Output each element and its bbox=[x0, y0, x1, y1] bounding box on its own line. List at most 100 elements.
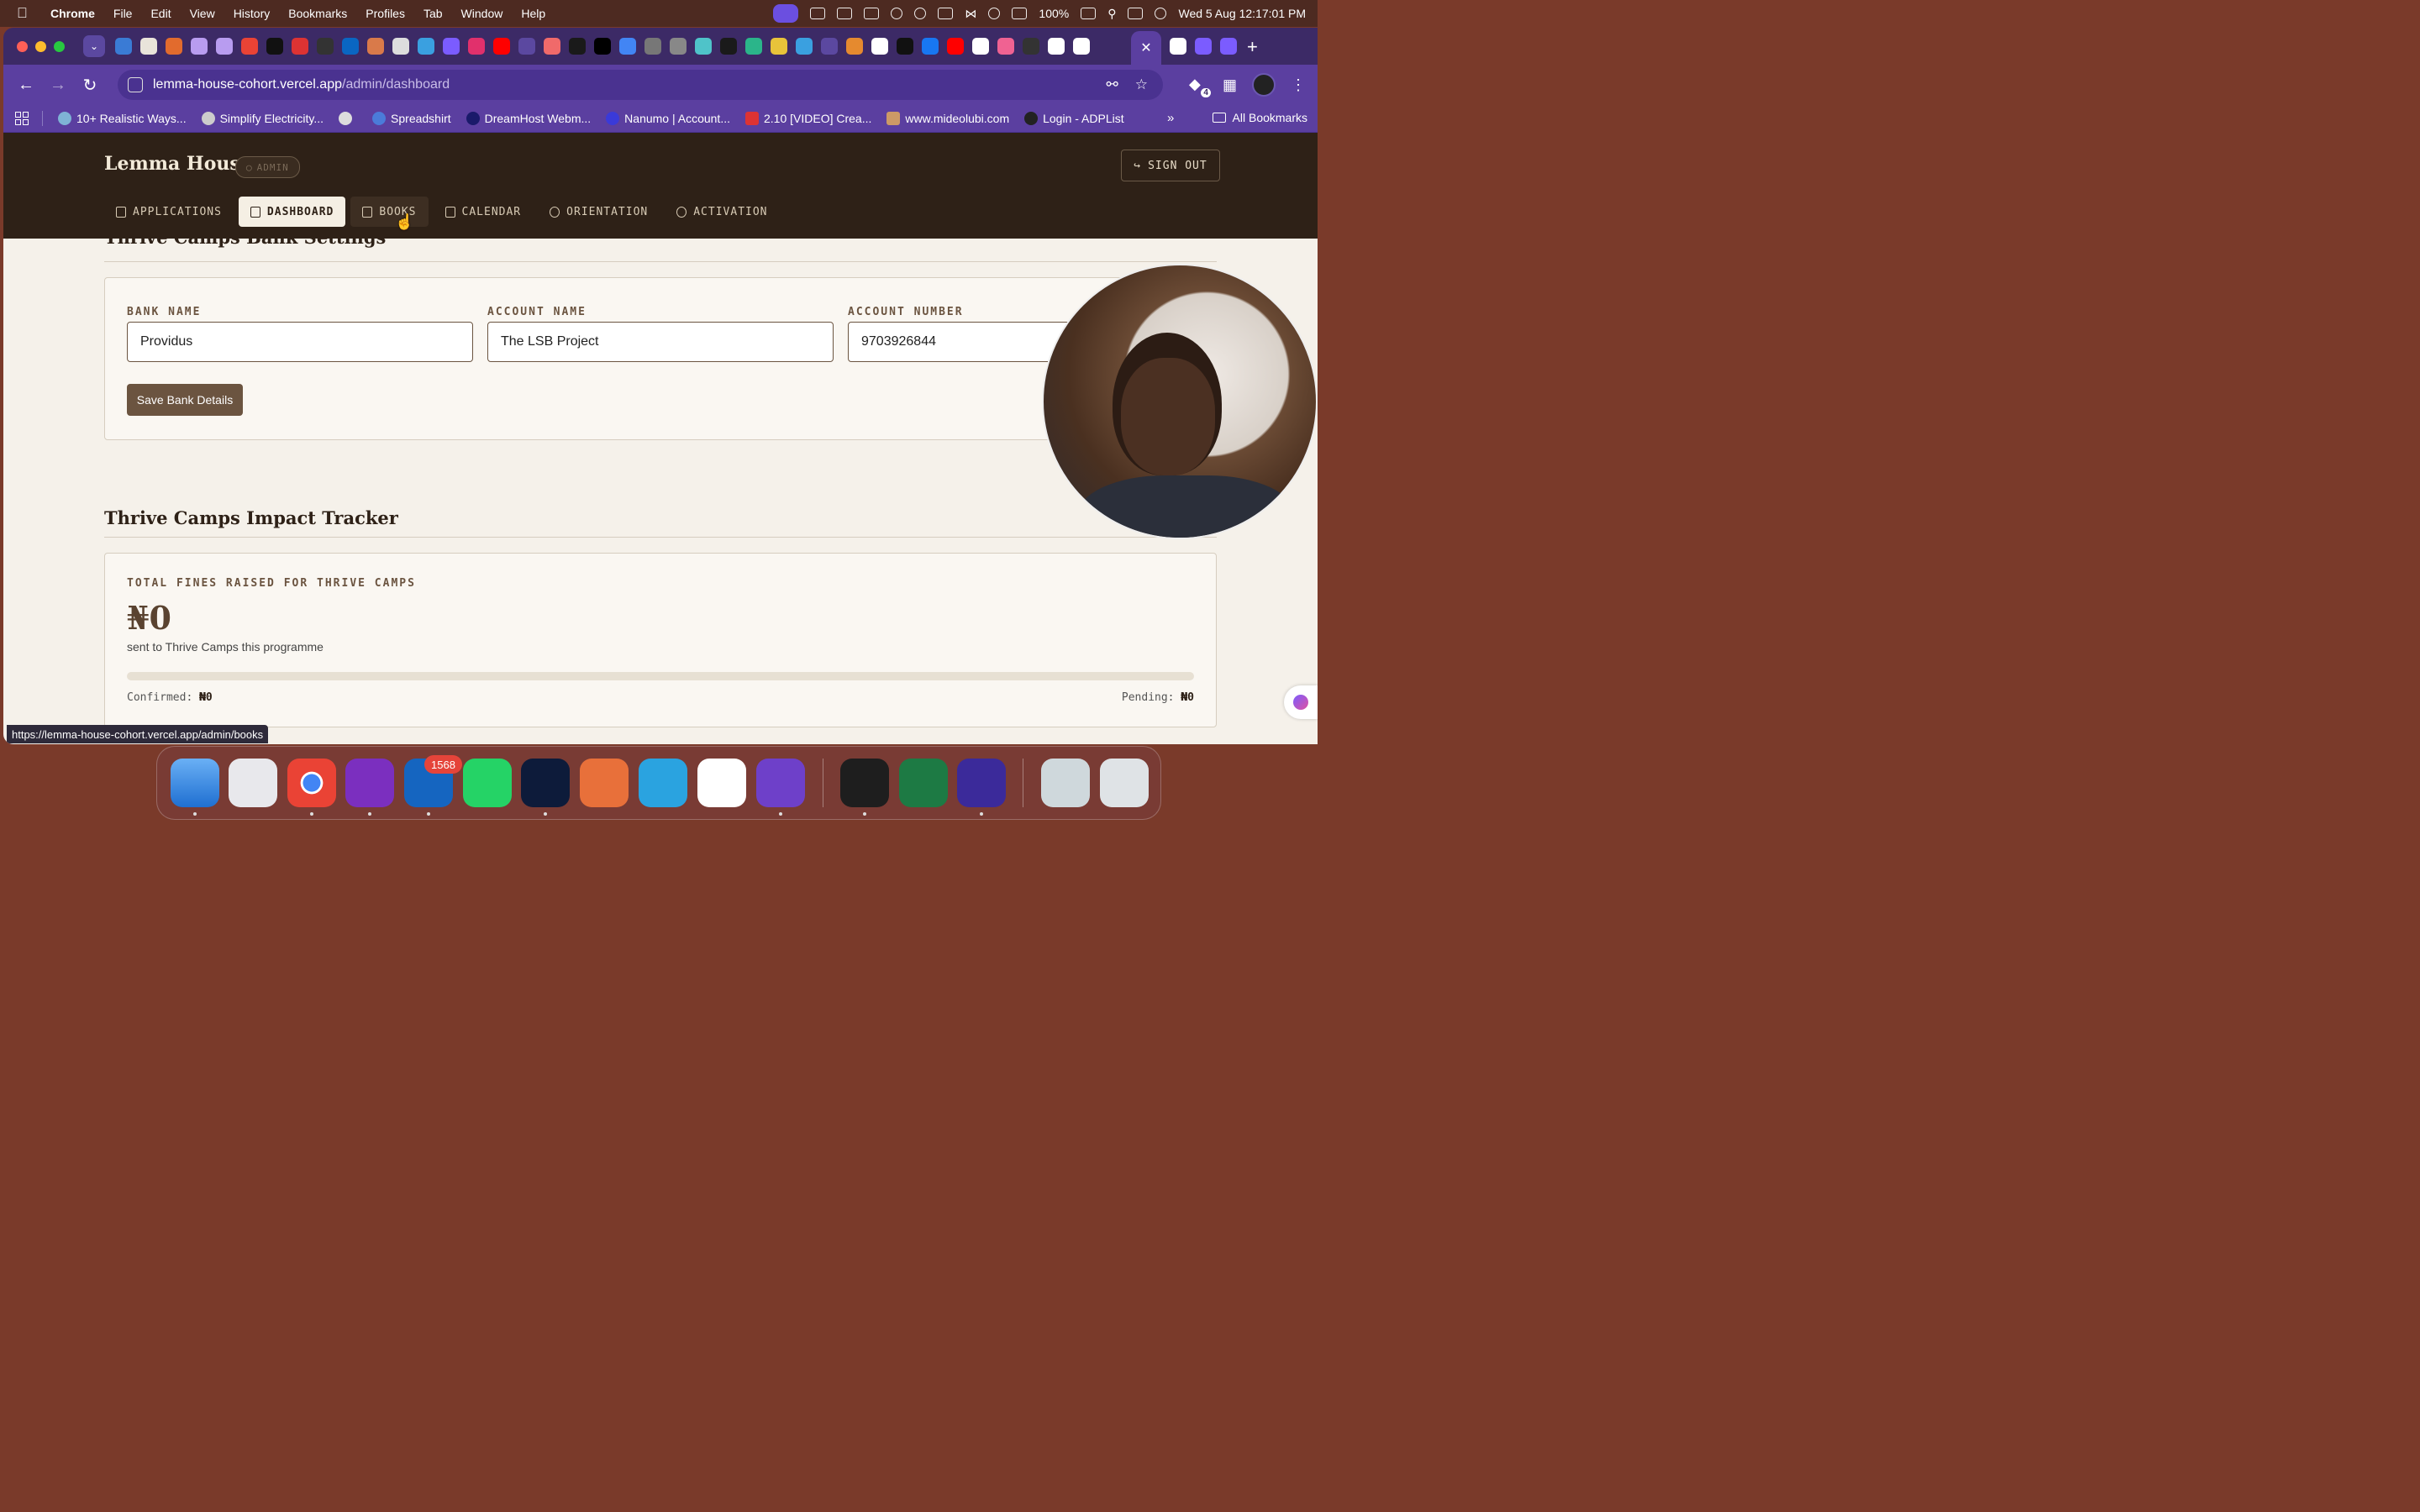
bookmark-item[interactable]: www.mideolubi.com bbox=[886, 112, 1009, 125]
bookmark-item[interactable]: 2.10 [VIDEO] Crea... bbox=[745, 112, 871, 125]
screen-record-icon[interactable] bbox=[773, 4, 799, 23]
link-icon[interactable] bbox=[1012, 8, 1028, 19]
tab-favicon[interactable] bbox=[972, 38, 989, 55]
tab-favicon[interactable] bbox=[821, 38, 838, 55]
address-bar[interactable]: lemma-house-cohort.vercel.app/admin/dash… bbox=[118, 70, 1163, 100]
bookmark-item[interactable]: Nanumo | Account... bbox=[606, 112, 730, 125]
record-icon[interactable] bbox=[891, 8, 903, 19]
chrome-menu-icon[interactable]: ⋮ bbox=[1291, 76, 1306, 94]
bookmark-item[interactable]: 10+ Realistic Ways... bbox=[58, 112, 187, 125]
play-icon[interactable] bbox=[914, 8, 927, 19]
whatsapp-icon[interactable] bbox=[463, 759, 512, 807]
profile-avatar[interactable] bbox=[1252, 73, 1276, 97]
tab-favicon[interactable] bbox=[342, 38, 359, 55]
menu-profiles[interactable]: Profiles bbox=[366, 7, 405, 20]
tab-favicon[interactable] bbox=[115, 38, 132, 55]
tab-favicon[interactable] bbox=[670, 38, 687, 55]
new-tab-plus-icon[interactable]: + bbox=[1247, 36, 1258, 58]
screenshot-icon[interactable] bbox=[864, 8, 880, 19]
tab-favicon[interactable] bbox=[897, 38, 913, 55]
minimize-window-button[interactable] bbox=[35, 40, 46, 52]
siri-icon[interactable] bbox=[1155, 8, 1167, 19]
reload-icon[interactable]: ↻ bbox=[79, 75, 101, 96]
site-info-icon[interactable] bbox=[128, 77, 143, 92]
tab-favicon[interactable] bbox=[191, 38, 208, 55]
tab-favicon[interactable] bbox=[771, 38, 787, 55]
menu-window[interactable]: Window bbox=[461, 7, 503, 20]
menu-help[interactable]: Help bbox=[521, 7, 545, 20]
bookmark-item[interactable]: Spreadshirt bbox=[372, 112, 451, 125]
tab-favicon[interactable] bbox=[997, 38, 1014, 55]
claude-icon[interactable] bbox=[580, 759, 629, 807]
tab-favicon[interactable] bbox=[418, 38, 434, 55]
tab-favicon[interactable] bbox=[392, 38, 409, 55]
control-center-icon[interactable] bbox=[1128, 8, 1144, 19]
nav-calendar[interactable]: CALENDAR bbox=[434, 197, 534, 227]
tab-favicon[interactable] bbox=[745, 38, 762, 55]
bookmark-item[interactable]: DreamHost Webm... bbox=[466, 112, 591, 125]
tab-favicon[interactable] bbox=[846, 38, 863, 55]
tab-favicon[interactable] bbox=[1170, 38, 1186, 55]
keyboard-icon[interactable] bbox=[938, 8, 954, 19]
maximize-window-button[interactable] bbox=[54, 40, 65, 52]
github-desktop-icon[interactable] bbox=[756, 759, 805, 807]
menu-history[interactable]: History bbox=[234, 7, 271, 20]
tab-favicon[interactable] bbox=[922, 38, 939, 55]
menubar-datetime[interactable]: Wed 5 Aug 12:17:01 PM bbox=[1178, 7, 1306, 20]
brand-logo[interactable]: Lemma House bbox=[104, 153, 252, 175]
telegram-icon[interactable] bbox=[639, 759, 687, 807]
menu-app-name[interactable]: Chrome bbox=[50, 7, 95, 20]
grok-icon[interactable] bbox=[957, 759, 1006, 807]
arc-icon[interactable] bbox=[521, 759, 570, 807]
airdrop-icon[interactable] bbox=[988, 8, 1001, 19]
tab-favicon[interactable] bbox=[493, 38, 510, 55]
tab-favicon[interactable] bbox=[216, 38, 233, 55]
sign-out-button[interactable]: ↪ SIGN OUT bbox=[1121, 150, 1220, 181]
finder-icon[interactable] bbox=[171, 759, 219, 807]
tab-favicon[interactable] bbox=[569, 38, 586, 55]
tab-favicon[interactable] bbox=[317, 38, 334, 55]
bookmark-item[interactable]: Login - ADPList bbox=[1024, 112, 1124, 125]
bank-name-input[interactable]: Providus bbox=[127, 322, 473, 362]
tab-favicon[interactable] bbox=[544, 38, 560, 55]
onenote-icon[interactable] bbox=[345, 759, 394, 807]
tab-favicon[interactable] bbox=[266, 38, 283, 55]
menu-view[interactable]: View bbox=[190, 7, 215, 20]
tab-favicon[interactable] bbox=[947, 38, 964, 55]
forward-arrow-icon[interactable]: → bbox=[47, 76, 69, 95]
tab-search-chevron-icon[interactable]: ⌄ bbox=[83, 35, 105, 57]
nav-applications[interactable]: APPLICATIONS bbox=[104, 197, 234, 227]
trash-icon[interactable] bbox=[1100, 759, 1149, 807]
tab-favicon[interactable] bbox=[644, 38, 661, 55]
spotlight-search-icon[interactable]: ⚲ bbox=[1107, 7, 1116, 21]
apple-icon[interactable]:  bbox=[17, 5, 32, 22]
tab-favicon[interactable] bbox=[619, 38, 636, 55]
more-bookmarks-chevron[interactable]: » bbox=[1167, 111, 1174, 125]
bluetooth-icon[interactable]: ⋈ bbox=[965, 7, 976, 21]
tab-favicon[interactable] bbox=[720, 38, 737, 55]
close-window-button[interactable] bbox=[17, 40, 28, 52]
battery-icon[interactable] bbox=[1081, 8, 1097, 19]
grammarly-tray-icon[interactable] bbox=[810, 8, 826, 19]
excel-icon[interactable] bbox=[899, 759, 948, 807]
tab-favicon[interactable] bbox=[796, 38, 813, 55]
bookmark-item[interactable] bbox=[339, 112, 357, 125]
tab-favicon[interactable] bbox=[1023, 38, 1039, 55]
scrubrise-icon[interactable] bbox=[1041, 759, 1090, 807]
tab-favicon[interactable] bbox=[695, 38, 712, 55]
nav-dashboard[interactable]: DASHBOARD bbox=[238, 197, 346, 227]
tab-favicon[interactable] bbox=[1048, 38, 1065, 55]
menu-edit[interactable]: Edit bbox=[150, 7, 171, 20]
tab-favicon[interactable] bbox=[1195, 38, 1212, 55]
tab-favicon[interactable] bbox=[1220, 38, 1237, 55]
tab-favicon[interactable] bbox=[1073, 38, 1090, 55]
menu-tab[interactable]: Tab bbox=[424, 7, 443, 20]
menu-file[interactable]: File bbox=[113, 7, 133, 20]
tab-favicon[interactable] bbox=[367, 38, 384, 55]
nav-activation[interactable]: ACTIVATION bbox=[665, 197, 779, 227]
save-bank-details-button[interactable]: Save Bank Details bbox=[127, 384, 243, 416]
bookmark-item[interactable]: Simplify Electricity... bbox=[201, 112, 324, 125]
nav-books[interactable]: BOOKS bbox=[350, 197, 429, 227]
chatgpt-icon[interactable] bbox=[697, 759, 746, 807]
password-key-icon[interactable]: ⚯ bbox=[1107, 76, 1118, 93]
